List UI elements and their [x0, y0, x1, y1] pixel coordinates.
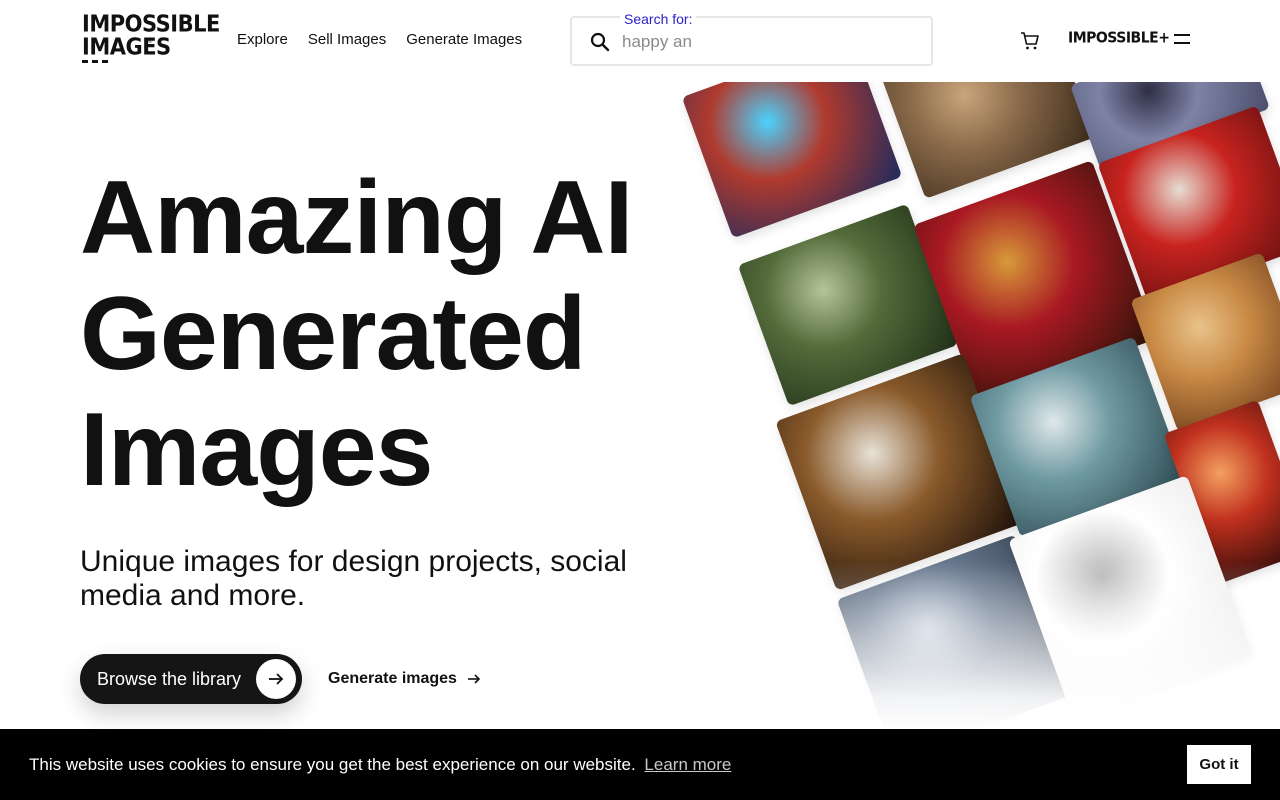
logo-line-1: IMPOSSIBLE	[82, 11, 220, 37]
nav-sell-images[interactable]: Sell Images	[308, 31, 386, 48]
search-label: Search for:	[620, 11, 697, 27]
browse-arrow-circle	[256, 659, 296, 699]
logo-registered-mark: ®	[148, 39, 153, 45]
impossible-plus-logo[interactable]: IMPOSSIBLE+	[1068, 29, 1170, 47]
astronaut-image[interactable]	[681, 82, 903, 239]
arrow-right-icon	[467, 674, 481, 684]
hero-subtitle: Unique images for design projects, socia…	[80, 545, 627, 612]
menu-line-bottom	[1174, 42, 1190, 44]
cookie-text: This website uses cookies to ensure you …	[29, 755, 636, 774]
cookie-banner: This website uses cookies to ensure you …	[0, 729, 1280, 800]
image-mosaic	[640, 82, 1280, 732]
logo-dashes	[82, 60, 108, 63]
logo-line-2: IMAGES	[82, 34, 171, 60]
arrow-right-icon	[269, 673, 284, 685]
cart-icon[interactable]	[1020, 31, 1040, 51]
site-logo[interactable]: IMPOSSIBLE IMAGES ®	[82, 12, 220, 64]
search-icon[interactable]	[590, 32, 610, 52]
browse-library-label: Browse the library	[97, 669, 242, 689]
headline-line-2: Generated	[80, 276, 586, 392]
generate-images-label: Generate images	[328, 670, 457, 687]
search-box: Search for:	[570, 11, 933, 66]
generate-images-link[interactable]: Generate images	[328, 670, 481, 688]
nav-generate-images[interactable]: Generate Images	[406, 31, 522, 48]
menu-line-top	[1174, 34, 1190, 36]
hero-headline: Amazing AI Generated Images	[80, 160, 700, 508]
main-nav: Explore Sell Images Generate Images	[237, 31, 522, 48]
menu-icon[interactable]	[1174, 34, 1190, 46]
nav-explore[interactable]: Explore	[237, 31, 288, 48]
cookie-message: This website uses cookies to ensure you …	[29, 755, 731, 775]
headline-line-3: Images	[80, 392, 433, 508]
site-header: IMPOSSIBLE IMAGES ® Explore Sell Images …	[0, 0, 1280, 82]
mosaic-grid	[640, 82, 1280, 732]
search-input[interactable]	[622, 30, 912, 54]
browse-library-button[interactable]: Browse the library	[80, 654, 302, 704]
learn-more-link[interactable]: Learn more	[644, 755, 731, 774]
got-it-button[interactable]: Got it	[1187, 745, 1251, 784]
headline-line-1: Amazing AI	[80, 160, 633, 276]
